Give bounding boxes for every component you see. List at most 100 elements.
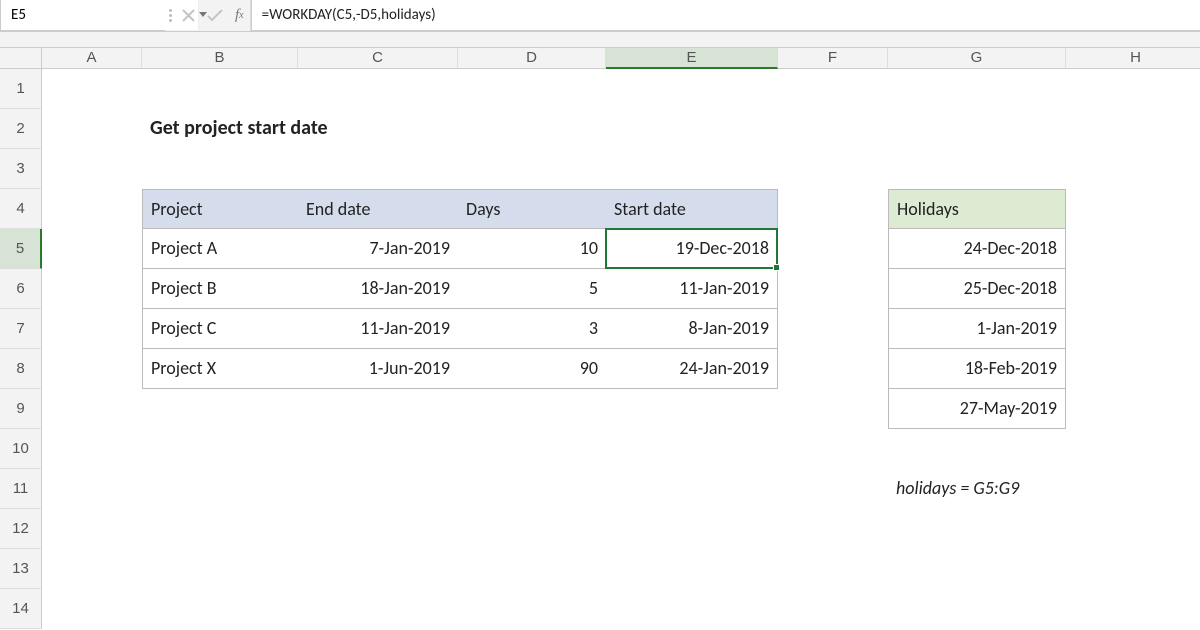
cell-E13[interactable]	[606, 549, 778, 589]
cell-H7[interactable]	[1066, 309, 1200, 349]
row-header-7[interactable]: 7	[0, 309, 42, 349]
cell-E7[interactable]: 8-Jan-2019	[606, 309, 778, 349]
cell-A6[interactable]	[42, 269, 142, 309]
row-header-14[interactable]: 14	[0, 589, 42, 629]
cell-D13[interactable]	[458, 549, 606, 589]
cell-A3[interactable]	[42, 149, 142, 189]
th-project[interactable]: Project	[142, 189, 298, 229]
cell-G12[interactable]	[888, 509, 1066, 549]
cell-E1[interactable]	[606, 69, 778, 109]
cell-F6[interactable]	[778, 269, 888, 309]
cell-F9[interactable]	[778, 389, 888, 429]
cell-D5[interactable]: 10	[458, 229, 606, 269]
cell-H6[interactable]	[1066, 269, 1200, 309]
cell-E2[interactable]	[606, 109, 778, 149]
cell-F7[interactable]	[778, 309, 888, 349]
note-cell[interactable]: holidays = G5:G9	[888, 469, 1066, 509]
cell-G7[interactable]: 1-Jan-2019	[888, 309, 1066, 349]
th-days[interactable]: Days	[458, 189, 606, 229]
cell-F8[interactable]	[778, 349, 888, 389]
col-header-C[interactable]: C	[298, 48, 458, 69]
cell-C12[interactable]	[298, 509, 458, 549]
cell-G8[interactable]: 18-Feb-2019	[888, 349, 1066, 389]
cell-F3[interactable]	[778, 149, 888, 189]
cell-C5[interactable]: 7-Jan-2019	[298, 229, 458, 269]
cell-D10[interactable]	[458, 429, 606, 469]
cell-E12[interactable]	[606, 509, 778, 549]
row-header-12[interactable]: 12	[0, 509, 42, 549]
cell-H3[interactable]	[1066, 149, 1200, 189]
cell-F2[interactable]	[778, 109, 888, 149]
row-header-13[interactable]: 13	[0, 549, 42, 589]
col-header-G[interactable]: G	[888, 48, 1066, 69]
cancel-icon[interactable]	[182, 9, 195, 22]
cell-C11[interactable]	[298, 469, 458, 509]
select-all-triangle[interactable]	[0, 48, 42, 69]
row-header-9[interactable]: 9	[0, 389, 42, 429]
col-header-E[interactable]: E	[606, 48, 778, 69]
cell-F1[interactable]	[778, 69, 888, 109]
cell-H13[interactable]	[1066, 549, 1200, 589]
cell-H8[interactable]	[1066, 349, 1200, 389]
th-end[interactable]: End date	[298, 189, 458, 229]
cell-C14[interactable]	[298, 589, 458, 629]
row-header-10[interactable]: 10	[0, 429, 42, 469]
cell-D1[interactable]	[458, 69, 606, 109]
cell-D7[interactable]: 3	[458, 309, 606, 349]
cell-A7[interactable]	[42, 309, 142, 349]
row-header-2[interactable]: 2	[0, 109, 42, 149]
cell-D14[interactable]	[458, 589, 606, 629]
th-start[interactable]: Start date	[606, 189, 778, 229]
cell-C3[interactable]	[298, 149, 458, 189]
cell-F11[interactable]	[778, 469, 888, 509]
cell-E14[interactable]	[606, 589, 778, 629]
cell-C10[interactable]	[298, 429, 458, 469]
cell-D3[interactable]	[458, 149, 606, 189]
cell-A5[interactable]	[42, 229, 142, 269]
row-header-3[interactable]: 3	[0, 149, 42, 189]
confirm-icon[interactable]	[207, 9, 223, 22]
col-header-H[interactable]: H	[1066, 48, 1200, 69]
cell-B13[interactable]	[142, 549, 298, 589]
cell-H9[interactable]	[1066, 389, 1200, 429]
cell-G10[interactable]	[888, 429, 1066, 469]
cell-B6[interactable]: Project B	[142, 269, 298, 309]
cell-H10[interactable]	[1066, 429, 1200, 469]
cell-B5[interactable]: Project A	[142, 229, 298, 269]
col-header-D[interactable]: D	[458, 48, 606, 69]
cell-E3[interactable]	[606, 149, 778, 189]
cell-G6[interactable]: 25-Dec-2018	[888, 269, 1066, 309]
cell-F12[interactable]	[778, 509, 888, 549]
page-title[interactable]: Get project start date	[142, 109, 298, 149]
row-header-1[interactable]: 1	[0, 69, 42, 109]
cell-A1[interactable]	[42, 69, 142, 109]
cell-H5[interactable]	[1066, 229, 1200, 269]
cell-F10[interactable]	[778, 429, 888, 469]
cell-G13[interactable]	[888, 549, 1066, 589]
cell-D2[interactable]	[458, 109, 606, 149]
row-header-8[interactable]: 8	[0, 349, 42, 389]
cell-A2[interactable]	[42, 109, 142, 149]
col-header-B[interactable]: B	[142, 48, 298, 69]
cell-A10[interactable]	[42, 429, 142, 469]
cell-H14[interactable]	[1066, 589, 1200, 629]
formula-input[interactable]: =WORKDAY(C5,-D5,holidays)	[251, 0, 1200, 31]
cell-B12[interactable]	[142, 509, 298, 549]
cell-A9[interactable]	[42, 389, 142, 429]
cell-E5[interactable]: 19-Dec-2018	[606, 229, 778, 269]
cell-C13[interactable]	[298, 549, 458, 589]
cell-G3[interactable]	[888, 149, 1066, 189]
row-header-4[interactable]: 4	[0, 189, 42, 229]
cell-B14[interactable]	[142, 589, 298, 629]
cell-G14[interactable]	[888, 589, 1066, 629]
cell-E6[interactable]: 11-Jan-2019	[606, 269, 778, 309]
fx-icon[interactable]: fx	[235, 7, 244, 24]
cell-G9[interactable]: 27-May-2019	[888, 389, 1066, 429]
cell-A4[interactable]	[42, 189, 142, 229]
cell-B3[interactable]	[142, 149, 298, 189]
cell-A14[interactable]	[42, 589, 142, 629]
cell-C1[interactable]	[298, 69, 458, 109]
cell-B9[interactable]	[142, 389, 298, 429]
cell-H12[interactable]	[1066, 509, 1200, 549]
cell-D9[interactable]	[458, 389, 606, 429]
